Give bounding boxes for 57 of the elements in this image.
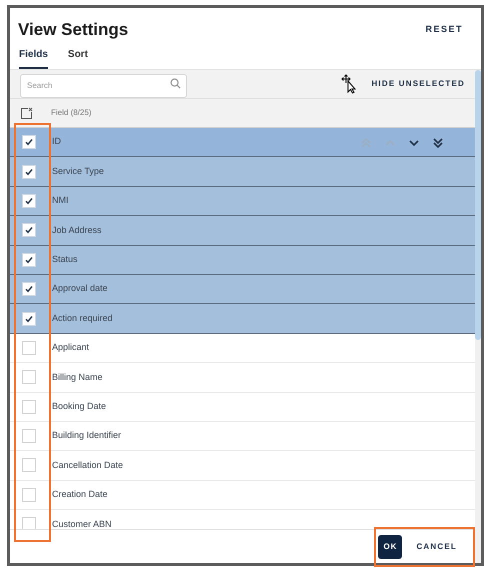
field-row[interactable]: Action required bbox=[10, 304, 475, 334]
field-label: Status bbox=[52, 253, 79, 266]
field-label: Job Address bbox=[52, 224, 103, 237]
reset-button[interactable]: RESET bbox=[425, 23, 463, 37]
hide-unselected-button[interactable]: HIDE UNSELECTED bbox=[371, 78, 465, 90]
field-row[interactable]: Status bbox=[10, 246, 475, 275]
move-cursor-icon bbox=[341, 74, 358, 94]
field-label: Booking Date bbox=[52, 400, 108, 413]
check-icon bbox=[25, 226, 33, 234]
ok-button[interactable]: OK bbox=[378, 534, 402, 558]
checkbox[interactable] bbox=[22, 488, 36, 502]
search-field[interactable]: Search bbox=[20, 74, 187, 98]
field-label: Building Identifier bbox=[52, 429, 122, 442]
checkbox[interactable] bbox=[22, 400, 36, 414]
field-row[interactable]: Approval date bbox=[10, 274, 475, 304]
field-count-header: Field (8/25) bbox=[51, 107, 92, 119]
check-icon bbox=[25, 314, 33, 323]
field-label: NMI bbox=[52, 194, 70, 208]
field-row[interactable]: Creation Date bbox=[10, 480, 475, 510]
field-row[interactable]: Job Address bbox=[10, 216, 475, 246]
checkbox[interactable] bbox=[22, 282, 36, 296]
check-icon bbox=[25, 168, 33, 176]
field-label: Service Type bbox=[52, 164, 105, 178]
search-icon bbox=[170, 78, 181, 89]
field-label: Billing Name bbox=[52, 370, 104, 384]
checkbox[interactable] bbox=[22, 340, 36, 355]
checkbox[interactable] bbox=[22, 164, 36, 179]
tab[interactable]: Sort bbox=[68, 47, 88, 69]
checkbox[interactable] bbox=[22, 370, 36, 384]
field-row[interactable]: ID bbox=[10, 128, 475, 158]
field-label: Approval date bbox=[52, 282, 109, 296]
checkbox[interactable] bbox=[22, 312, 36, 326]
field-label: Cancellation Date bbox=[52, 458, 124, 472]
field-label: ID bbox=[52, 135, 62, 148]
scrollbar[interactable] bbox=[475, 70, 481, 563]
field-row[interactable]: Service Type bbox=[10, 157, 475, 187]
field-row[interactable]: Booking Date bbox=[10, 392, 475, 422]
check-icon bbox=[25, 196, 33, 205]
checkbox[interactable] bbox=[22, 252, 36, 267]
check-icon bbox=[25, 138, 33, 146]
checkbox[interactable] bbox=[22, 517, 36, 529]
field-label: Applicant bbox=[52, 341, 90, 354]
dialog-title: View Settings bbox=[18, 19, 128, 42]
checkbox[interactable] bbox=[22, 429, 36, 444]
field-row[interactable]: NMI bbox=[10, 186, 475, 216]
check-icon bbox=[25, 285, 33, 294]
check-icon bbox=[25, 256, 33, 264]
checkbox[interactable] bbox=[22, 135, 36, 150]
field-label: Action required bbox=[52, 312, 114, 325]
field-label: Creation Date bbox=[52, 488, 109, 502]
field-label: Customer ABN bbox=[52, 518, 113, 529]
checkbox[interactable] bbox=[22, 458, 36, 472]
field-row[interactable]: Applicant bbox=[10, 334, 475, 364]
checkbox[interactable] bbox=[22, 194, 36, 208]
checkbox[interactable] bbox=[22, 223, 36, 238]
clear-selection-icon[interactable] bbox=[20, 106, 33, 120]
cancel-button[interactable]: CANCEL bbox=[412, 540, 461, 552]
